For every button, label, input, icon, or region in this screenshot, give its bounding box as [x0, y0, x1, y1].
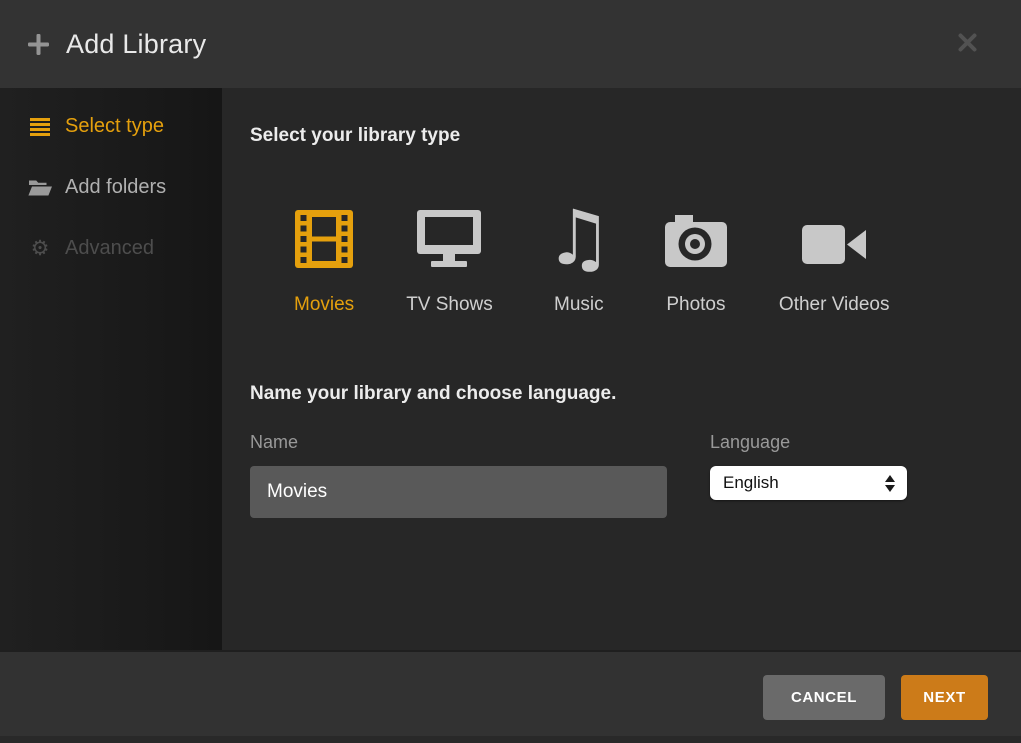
next-button[interactable]: NEXT: [901, 675, 988, 720]
sidebar-item-label: Select type: [65, 115, 164, 138]
language-select-value: English: [723, 473, 779, 493]
dialog-title: Add Library: [66, 29, 206, 60]
library-type-tv-shows[interactable]: TV Shows: [406, 208, 493, 316]
language-field-group: Language English: [710, 432, 907, 518]
library-type-movies[interactable]: Movies: [294, 208, 354, 316]
main-panel: Select your library type: [222, 88, 1021, 650]
sidebar-item-advanced[interactable]: ⚙ Advanced: [0, 218, 222, 279]
library-type-photos[interactable]: Photos: [665, 208, 727, 316]
library-type-label: Music: [554, 294, 604, 316]
dialog-header: Add Library: [0, 0, 1021, 88]
wizard-steps-sidebar: Select type Add folders ⚙ Advanced: [0, 88, 222, 650]
library-type-music[interactable]: ♫ Music: [545, 208, 613, 316]
add-library-dialog: Add Library Select: [0, 0, 1021, 743]
plus-icon: [28, 34, 49, 55]
dialog-body: Select type Add folders ⚙ Advanced: [0, 88, 1021, 650]
video-camera-icon: [802, 208, 866, 268]
sidebar-item-select-type[interactable]: Select type: [0, 96, 222, 157]
library-type-label: Other Videos: [779, 294, 890, 316]
sidebar-item-add-folders[interactable]: Add folders: [0, 157, 222, 218]
name-field-group: Name: [250, 432, 667, 518]
library-type-label: TV Shows: [406, 294, 493, 316]
close-button[interactable]: [954, 29, 981, 59]
list-lines-icon: [28, 118, 52, 136]
language-field-label: Language: [710, 432, 907, 452]
sidebar-item-label: Advanced: [65, 237, 154, 260]
dialog-footer: CANCEL NEXT: [0, 650, 1021, 743]
library-type-picker: Movies TV Shows ♫: [294, 208, 1021, 316]
library-type-label: Movies: [294, 294, 354, 316]
name-language-fields: Name Language English: [250, 432, 1021, 518]
close-icon: [958, 33, 977, 55]
gear-icon: ⚙: [28, 238, 52, 259]
type-section-title: Select your library type: [250, 88, 1021, 150]
camera-icon: [665, 208, 727, 268]
folder-open-icon: [28, 179, 52, 196]
language-select[interactable]: English: [710, 466, 907, 500]
library-name-input[interactable]: [250, 466, 667, 518]
library-type-label: Photos: [666, 294, 725, 316]
film-icon: [295, 208, 353, 268]
name-section-title: Name your library and choose language.: [250, 380, 1021, 408]
library-type-other-videos[interactable]: Other Videos: [779, 208, 890, 316]
select-stepper-icon: [885, 475, 895, 492]
name-field-label: Name: [250, 432, 667, 452]
music-note-icon: ♫: [545, 208, 613, 268]
sidebar-item-label: Add folders: [65, 176, 166, 199]
tv-icon: [416, 208, 482, 268]
cancel-button[interactable]: CANCEL: [763, 675, 885, 720]
